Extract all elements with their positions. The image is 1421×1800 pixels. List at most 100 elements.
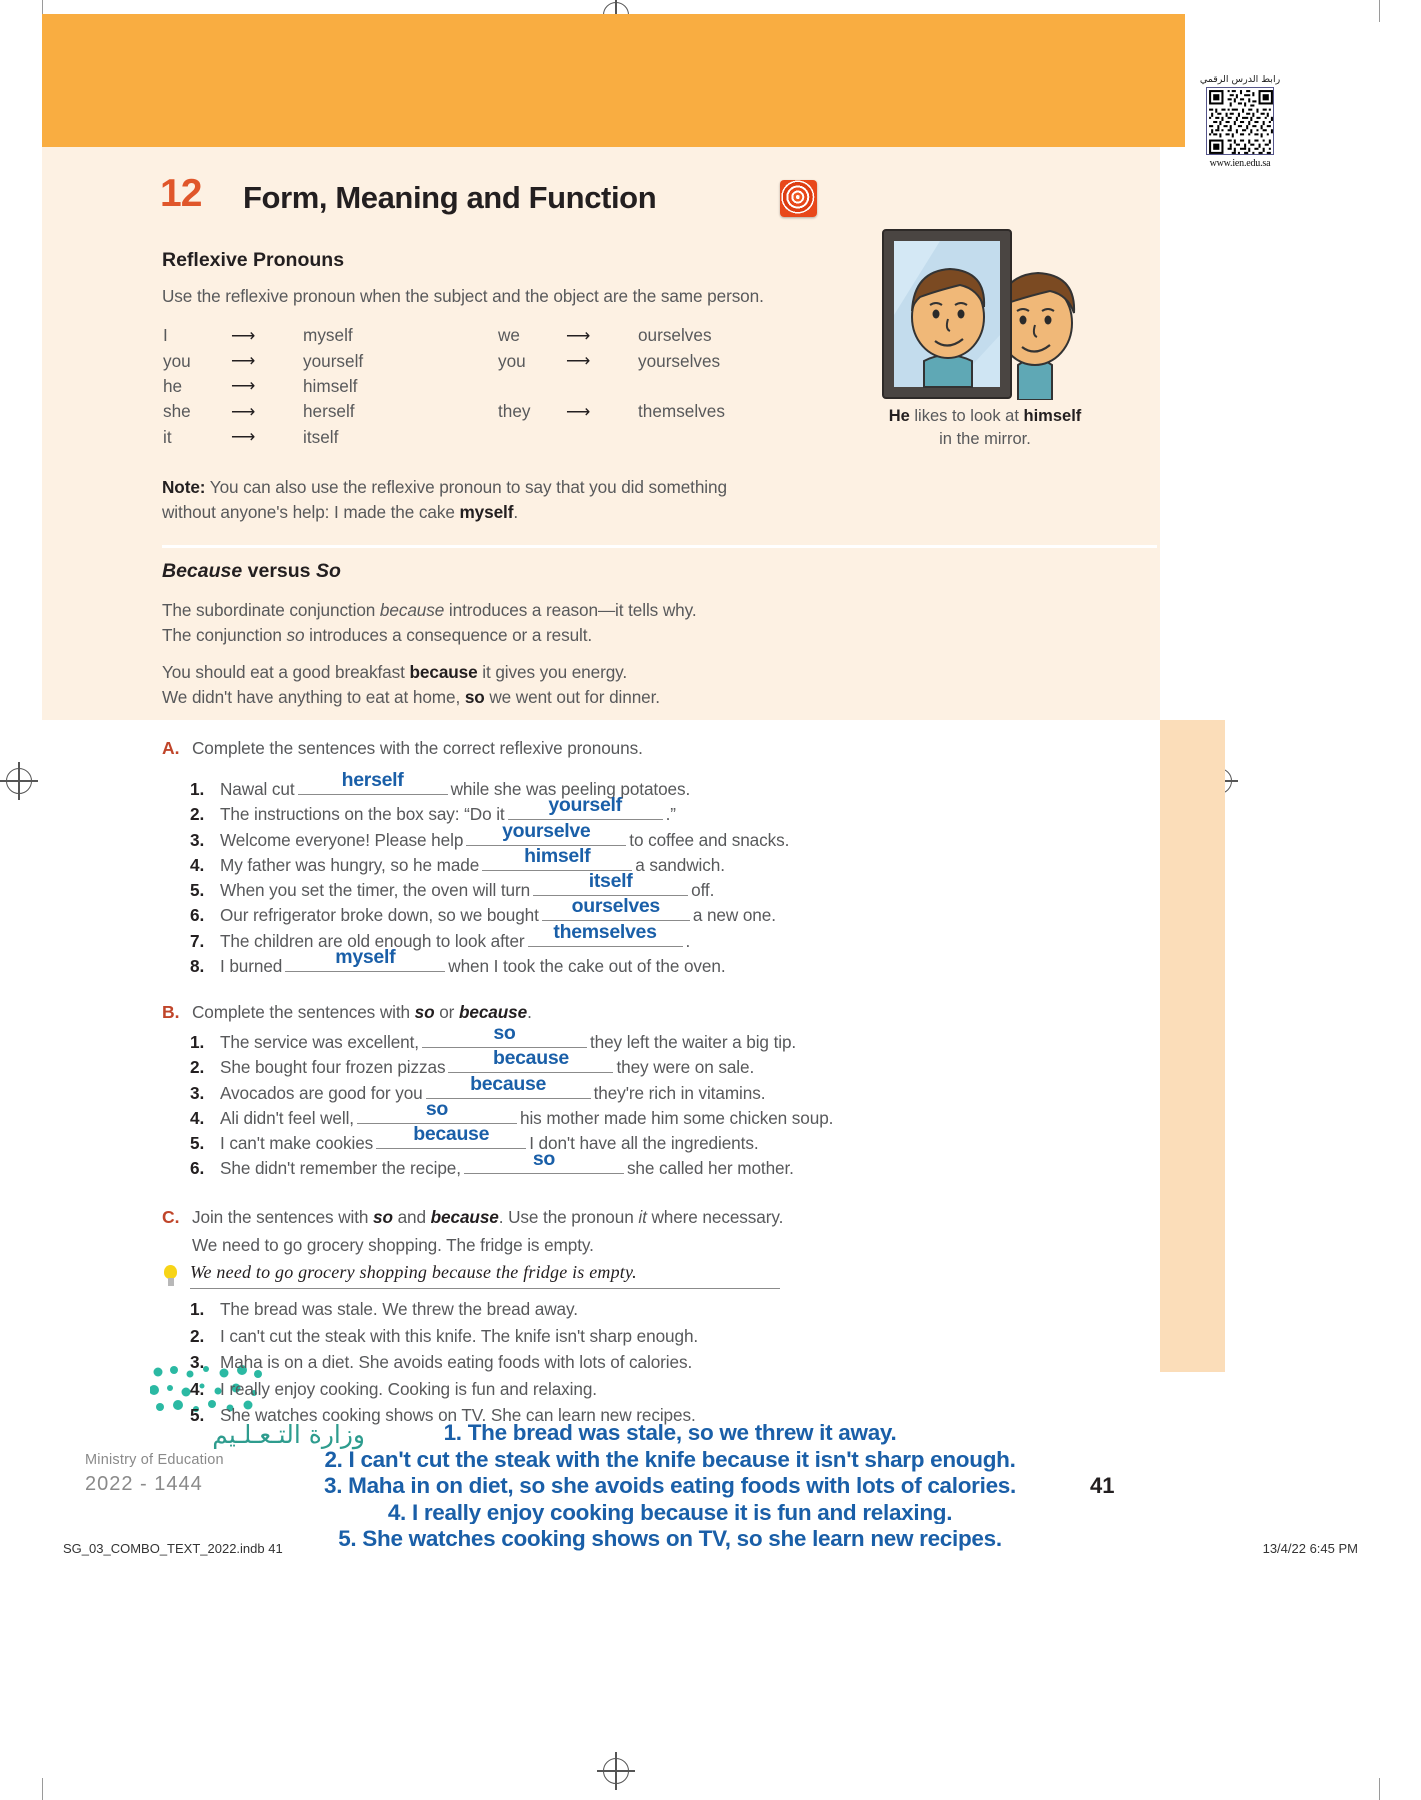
answer-blank[interactable]: because: [425, 1073, 591, 1099]
item-text-before: I can't make cookies: [220, 1133, 374, 1154]
pronoun-row: I ⟶ myself we ⟶ ourselves: [163, 323, 788, 348]
item-number: 2.: [190, 1057, 205, 1078]
student-answer: myself: [335, 946, 396, 969]
exercise-item[interactable]: 1. Nawal cut herself while she was peeli…: [190, 769, 789, 799]
answer-blank[interactable]: itself: [533, 870, 689, 897]
ex1-because: because: [409, 662, 478, 682]
grammar-box-background-right: [1118, 147, 1160, 720]
pronoun-row: she ⟶ herself they ⟶ themselves: [163, 399, 788, 424]
prompt-c-it: it: [638, 1207, 647, 1227]
item-text-before: My father was hungry, so he made: [220, 854, 480, 875]
item-text-before: When you set the timer, the oven will tu…: [220, 880, 531, 901]
ex2-c: we went out for dinner.: [484, 687, 660, 707]
item-number: 4.: [190, 854, 205, 875]
exercise-item[interactable]: 5. When you set the timer, the oven will…: [190, 870, 789, 901]
student-answer: himself: [524, 844, 591, 867]
item-number: 6.: [190, 905, 205, 926]
item-number: 2.: [190, 804, 205, 825]
pronoun-row: it ⟶ itself: [163, 425, 788, 450]
pronoun-subject: she: [163, 401, 191, 422]
item-text-before: The service was excellent,: [220, 1032, 419, 1052]
item-number: 6.: [190, 1158, 205, 1179]
exercise-item[interactable]: 1. The bread was stale. We threw the bre…: [190, 1299, 698, 1326]
pronoun-subject: they: [498, 401, 531, 422]
exercise-item[interactable]: 4. I really enjoy cooking. Cooking is fu…: [190, 1379, 698, 1406]
answer-blank[interactable]: yourselve: [466, 820, 627, 846]
caption-he: He: [888, 407, 910, 425]
student-answer-line: 5. She watches cooking shows on TV, so s…: [338, 1526, 1002, 1551]
pronoun-reflexive: himself: [303, 375, 358, 396]
answer-blank[interactable]: because: [376, 1123, 527, 1150]
answer-blank[interactable]: so: [463, 1148, 624, 1175]
caption-mid: likes to look at: [909, 407, 1024, 425]
caption-line2: in the mirror.: [939, 430, 1031, 448]
para2-a: The conjunction: [162, 625, 287, 645]
answer-blank[interactable]: myself: [285, 946, 446, 973]
answer-blank[interactable]: herself: [297, 769, 448, 795]
crop-mark-right-top: [1379, 0, 1380, 22]
answer-blank[interactable]: himself: [482, 845, 633, 871]
item-text-before: I burned: [220, 956, 283, 977]
reflexive-pronoun-table: I ⟶ myself we ⟶ ourselves you ⟶ yourself you ⟶ y…: [163, 323, 788, 450]
footer-divider: [42, 1524, 1379, 1525]
caption-himself: himself: [1023, 407, 1082, 425]
prompt-b-a: Complete the sentences with: [192, 1002, 415, 1022]
student-answer: yourself: [548, 794, 622, 817]
item-text-after: .”: [665, 804, 676, 825]
exercise-item[interactable]: 2. I can't cut the steak with this knife…: [190, 1326, 698, 1353]
exercise-item[interactable]: 6. She didn't remember the recipe, so sh…: [190, 1148, 833, 1179]
pronoun-reflexive: myself: [303, 325, 353, 346]
reflexive-note: Note: You can also use the reflexive pro…: [162, 475, 962, 525]
student-answer: because: [492, 1047, 569, 1070]
answer-blank[interactable]: so: [356, 1098, 517, 1124]
header-orange-band: [42, 14, 1225, 147]
mirror-svg: [882, 229, 1076, 401]
exercise-item[interactable]: 7. The children are old enough to look a…: [190, 921, 789, 951]
item-text-after: to coffee and snacks.: [629, 829, 790, 850]
item-number: 2.: [190, 1325, 205, 1346]
exercise-item[interactable]: 8. I burned myself when I took the cake …: [190, 946, 789, 977]
ex2-a: We didn't have anything to eat at home,: [162, 687, 465, 707]
crop-mark-right-bottom: [1379, 1778, 1380, 1800]
arrow-icon: ⟶: [231, 351, 256, 371]
spiral-icon: [780, 180, 817, 217]
student-answer: ourselves: [571, 895, 661, 918]
pronoun-reflexive: herself: [303, 401, 355, 422]
student-answer: because: [470, 1072, 547, 1095]
arrow-icon: ⟶: [231, 427, 256, 447]
ex1-a: You should eat a good breakfast: [162, 662, 410, 682]
pronoun-reflexive: themselves: [638, 401, 725, 422]
answer-blank[interactable]: because: [448, 1047, 614, 1074]
student-answer-line: 4. I really enjoy cooking because it is …: [387, 1499, 953, 1525]
ministry-of-education-logo: وزارة التـعـلـيم Ministry of Education 2…: [85, 1420, 366, 1496]
exercise-a-letter: A.: [162, 738, 180, 758]
arrow-icon: ⟶: [231, 376, 256, 396]
note-line2-c: .: [513, 502, 519, 522]
prompt-c-so: so: [373, 1207, 393, 1227]
qr-code-card[interactable]: رابط الدرس الرقمي www.ien.edu.sa: [1185, 0, 1295, 177]
answer-blank[interactable]: ourselves: [541, 895, 690, 922]
mirror-illustration: [880, 225, 1105, 401]
item-number: 1.: [190, 1032, 205, 1052]
answer-blank[interactable]: so: [421, 1022, 587, 1048]
qr-code-svg: [1207, 88, 1273, 154]
qr-code-icon[interactable]: [1206, 87, 1274, 155]
exercise-c-letter: C.: [162, 1207, 180, 1227]
answer-blank[interactable]: yourself: [507, 794, 663, 821]
because-so-explanation: The subordinate conjunction because intr…: [162, 598, 992, 648]
exercise-a-prompt: Complete the sentences with the correct …: [192, 738, 643, 758]
prompt-b-or: or: [434, 1002, 459, 1022]
exercise-item[interactable]: 6. Our refrigerator broke down, so we bo…: [190, 895, 789, 926]
exercise-item[interactable]: 3. Maha is on a diet. She avoids eating …: [190, 1352, 698, 1379]
qr-url-label: www.ien.edu.sa: [1209, 158, 1271, 169]
answer-blank[interactable]: themselves: [527, 921, 683, 947]
item-number: 7.: [190, 930, 205, 951]
item-text-before: Nawal cut: [220, 779, 295, 799]
reflexive-pronouns-heading: Reflexive Pronouns: [162, 249, 345, 271]
exercise-item[interactable]: 4. My father was hungry, so he made hims…: [190, 845, 789, 875]
item-text-after: off.: [691, 880, 715, 901]
item-text: Maha is on a diet. She avoids eating foo…: [220, 1352, 693, 1372]
illustration-caption: He likes to look at himself in the mirro…: [855, 405, 1115, 451]
student-answer: so: [493, 1022, 516, 1044]
pronoun-reflexive: yourselves: [638, 350, 721, 371]
